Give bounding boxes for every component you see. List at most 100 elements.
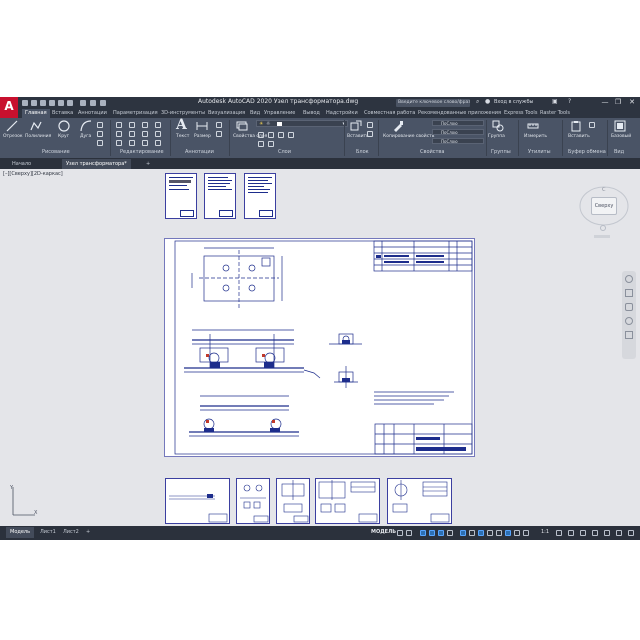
minimize-button[interactable]: — bbox=[600, 97, 610, 108]
wcs-label[interactable] bbox=[594, 235, 610, 238]
sheet-thumbnail[interactable] bbox=[315, 478, 380, 524]
sheet-thumbnail[interactable] bbox=[165, 478, 230, 524]
match-properties-icon[interactable] bbox=[392, 120, 404, 132]
erase-tool-icon[interactable] bbox=[155, 122, 161, 128]
dimension-tool-icon[interactable] bbox=[196, 120, 208, 132]
panel-title-layers[interactable]: Слои bbox=[278, 149, 291, 155]
scale-tool-icon[interactable] bbox=[129, 140, 135, 146]
app-menu-button[interactable]: A bbox=[0, 97, 18, 118]
workspace-gear-icon[interactable] bbox=[556, 530, 562, 536]
panel-title-clipboard[interactable]: Буфер обмена bbox=[568, 149, 606, 155]
snap-icon[interactable] bbox=[406, 530, 412, 536]
copy-clip-icon[interactable] bbox=[589, 122, 595, 128]
make-current-icon[interactable] bbox=[258, 141, 264, 147]
insert-block-icon[interactable] bbox=[350, 120, 362, 132]
search-input[interactable]: Введите ключевое слово/фразу bbox=[396, 99, 470, 107]
new-file-icon[interactable] bbox=[22, 100, 28, 106]
add-layout-button[interactable]: + bbox=[86, 527, 90, 538]
copy-tool-icon[interactable] bbox=[116, 131, 122, 137]
web-mobile-icon[interactable] bbox=[58, 100, 64, 106]
move-tool-icon[interactable] bbox=[116, 122, 122, 128]
circle-tool-icon[interactable] bbox=[58, 120, 70, 132]
tab-layout2[interactable]: Лист2 bbox=[63, 527, 79, 538]
panel-title-properties[interactable]: Свойства bbox=[420, 149, 444, 155]
new-tab-button[interactable]: + bbox=[146, 159, 150, 169]
selection-filter-icon[interactable] bbox=[505, 530, 511, 536]
paste-icon[interactable] bbox=[570, 120, 582, 132]
steering-wheel-icon[interactable] bbox=[625, 275, 633, 283]
gizmo-icon[interactable] bbox=[514, 530, 520, 536]
match-layer-icon[interactable] bbox=[268, 141, 274, 147]
linetype-dropdown[interactable]: ПоСлою bbox=[432, 138, 484, 144]
tab-layout1[interactable]: Лист1 bbox=[40, 527, 56, 538]
rotate-tool-icon[interactable] bbox=[129, 122, 135, 128]
undo-icon[interactable] bbox=[80, 100, 86, 106]
customization-menu-icon[interactable] bbox=[628, 530, 634, 536]
layer-freeze-icon[interactable] bbox=[278, 132, 284, 138]
leader-tool-icon[interactable] bbox=[216, 122, 222, 128]
annotation-monitor-icon[interactable] bbox=[568, 530, 574, 536]
zoom-icon[interactable] bbox=[625, 303, 633, 311]
annotation-visibility-icon[interactable] bbox=[523, 530, 529, 536]
model-space-button[interactable]: МОДЕЛЬ bbox=[371, 529, 396, 535]
tab-visualize[interactable]: Визуализация bbox=[208, 109, 245, 118]
mirror-tool-icon[interactable] bbox=[129, 131, 135, 137]
fillet-tool-icon[interactable] bbox=[142, 131, 148, 137]
open-file-icon[interactable] bbox=[31, 100, 37, 106]
tab-output[interactable]: Вывод bbox=[303, 109, 320, 118]
tab-annotate[interactable]: Аннотации bbox=[78, 109, 107, 118]
edit-block-icon[interactable] bbox=[367, 131, 373, 137]
panel-title-view[interactable]: Вид bbox=[614, 149, 624, 155]
color-dropdown[interactable]: ПоСлою bbox=[432, 120, 484, 126]
offset-tool-icon[interactable] bbox=[155, 140, 161, 146]
layer-properties-icon[interactable] bbox=[236, 120, 248, 132]
ellipse-tool-icon[interactable] bbox=[97, 140, 103, 146]
sheet-thumbnail[interactable] bbox=[244, 173, 276, 219]
showmotion-icon[interactable] bbox=[625, 331, 633, 339]
save-icon[interactable] bbox=[40, 100, 46, 106]
tab-start[interactable]: Начало bbox=[12, 159, 31, 169]
otrack-icon[interactable] bbox=[447, 530, 453, 536]
close-button[interactable]: ✕ bbox=[627, 97, 637, 108]
tab-manage[interactable]: Управление bbox=[264, 109, 295, 118]
sheet-thumbnail[interactable] bbox=[387, 478, 452, 524]
trim-tool-icon[interactable] bbox=[142, 122, 148, 128]
binoculars-icon[interactable]: ⌕ bbox=[476, 98, 479, 106]
tab-collaborate[interactable]: Совместная работа bbox=[364, 109, 415, 118]
annotation-scale[interactable]: 1:1 bbox=[541, 529, 549, 535]
layer-off-icon[interactable] bbox=[258, 132, 264, 138]
tab-home[interactable]: Главная bbox=[22, 109, 50, 118]
ortho-icon[interactable] bbox=[420, 530, 426, 536]
pan-icon[interactable] bbox=[625, 289, 633, 297]
panel-title-utilities[interactable]: Утилиты bbox=[528, 149, 551, 155]
drawing-canvas[interactable]: [–][Сверху][2D-каркас] Y X C Сверху bbox=[0, 169, 640, 526]
panel-title-groups[interactable]: Группы bbox=[491, 149, 511, 155]
table-tool-icon[interactable] bbox=[216, 131, 222, 137]
sheet-thumbnail[interactable] bbox=[276, 478, 310, 524]
stretch-tool-icon[interactable] bbox=[116, 140, 122, 146]
panel-title-modify[interactable]: Редактирование bbox=[120, 149, 164, 155]
line-tool-icon[interactable] bbox=[6, 120, 18, 132]
hatch-tool-icon[interactable] bbox=[97, 131, 103, 137]
text-tool-icon[interactable]: A bbox=[176, 118, 188, 132]
main-drawing-sheet[interactable] bbox=[164, 238, 475, 457]
explode-tool-icon[interactable] bbox=[155, 131, 161, 137]
plot-icon[interactable] bbox=[67, 100, 73, 106]
tab-parametric[interactable]: Параметризация bbox=[113, 109, 158, 118]
panel-title-block[interactable]: Блок bbox=[356, 149, 369, 155]
rectangle-tool-icon[interactable] bbox=[97, 122, 103, 128]
sheet-thumbnail[interactable] bbox=[165, 173, 197, 219]
transparency-icon[interactable] bbox=[469, 530, 475, 536]
3d-osnap-icon[interactable] bbox=[487, 530, 493, 536]
tab-model[interactable]: Модель bbox=[6, 527, 35, 538]
layer-lock-icon[interactable] bbox=[288, 132, 294, 138]
tab-express-tools[interactable]: Express Tools bbox=[504, 109, 537, 118]
panel-title-draw[interactable]: Рисование bbox=[42, 149, 70, 155]
sign-in-link[interactable]: Вход в службы bbox=[494, 99, 533, 105]
redo-icon[interactable] bbox=[90, 100, 96, 106]
measure-icon[interactable] bbox=[527, 120, 539, 132]
group-icon[interactable] bbox=[492, 120, 504, 132]
tab-view[interactable]: Вид bbox=[250, 109, 260, 118]
isolate-objects-icon[interactable] bbox=[592, 530, 598, 536]
viewport-controls[interactable]: [–][Сверху][2D-каркас] bbox=[3, 171, 63, 177]
